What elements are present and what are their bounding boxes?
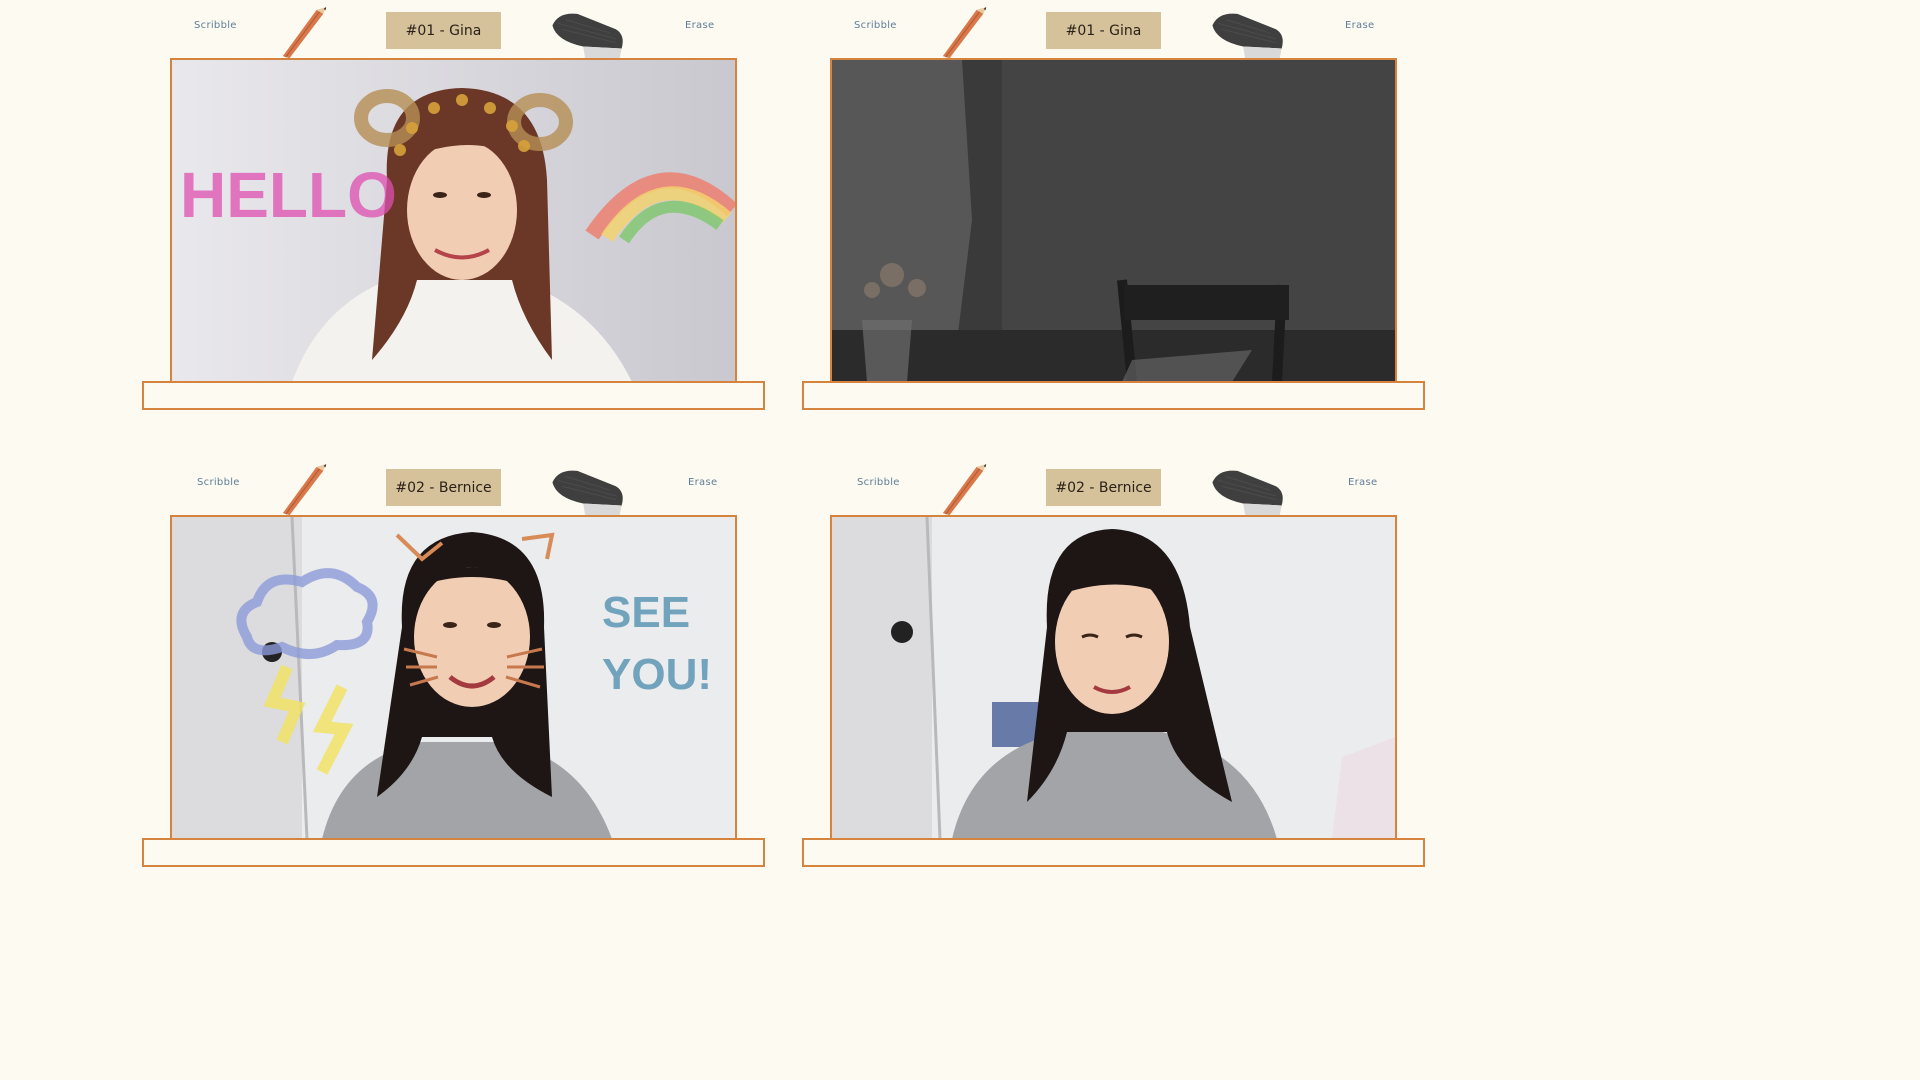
drawn-text: HELLO	[180, 159, 397, 231]
pencil-icon[interactable]	[280, 463, 330, 517]
pencil-icon[interactable]	[940, 463, 990, 517]
pencil-icon[interactable]	[280, 6, 330, 60]
caption-bar[interactable]	[802, 838, 1425, 867]
video-panel-2: Scribble #01 - Gina Erase	[802, 0, 1462, 420]
pencil-icon[interactable]	[940, 6, 990, 60]
erase-button[interactable]: Erase	[1345, 20, 1374, 31]
eraser-icon[interactable]	[547, 467, 629, 517]
erase-button[interactable]: Erase	[688, 477, 717, 488]
video-panel-1: Scribble #01 - Gina Erase HELLO	[142, 0, 802, 420]
name-tag: #02 - Bernice	[1046, 469, 1161, 506]
video-feed: HELLO	[170, 58, 737, 384]
video-feed: SEE YOU!	[170, 515, 737, 841]
name-tag: #01 - Gina	[1046, 12, 1161, 49]
video-feed	[830, 58, 1397, 384]
caption-bar[interactable]	[142, 381, 765, 410]
scribble-button[interactable]: Scribble	[854, 20, 897, 31]
caption-bar[interactable]	[142, 838, 765, 867]
eraser-icon[interactable]	[547, 10, 629, 60]
scribble-button[interactable]: Scribble	[857, 477, 900, 488]
scribble-button[interactable]: Scribble	[197, 477, 240, 488]
erase-button[interactable]: Erase	[685, 20, 714, 31]
eraser-icon[interactable]	[1207, 10, 1289, 60]
video-panel-3: Scribble #02 - Bernice Erase SEE YOU!	[142, 457, 802, 877]
erase-button[interactable]: Erase	[1348, 477, 1377, 488]
eraser-icon[interactable]	[1207, 467, 1289, 517]
video-feed	[830, 515, 1397, 841]
scribble-button[interactable]: Scribble	[194, 20, 237, 31]
name-tag: #01 - Gina	[386, 12, 501, 49]
name-tag: #02 - Bernice	[386, 469, 501, 506]
caption-bar[interactable]	[802, 381, 1425, 410]
video-panel-4: Scribble #02 - Bernice Erase	[802, 457, 1462, 877]
